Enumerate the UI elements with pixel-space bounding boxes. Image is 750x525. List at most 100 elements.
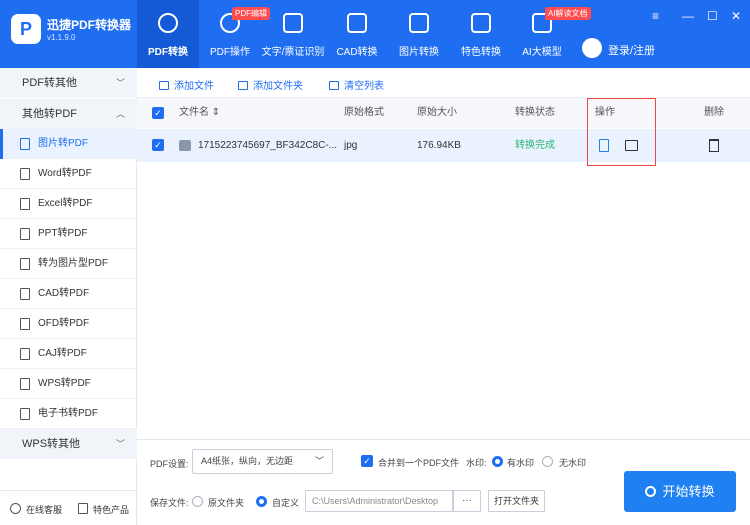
browse-button[interactable]: ···	[453, 490, 481, 512]
picture-file-icon	[20, 258, 30, 270]
col-status: 转换状态	[515, 107, 555, 118]
main-panel: 添加文件 添加文件夹 清空列表 ✓ 文件名 ⇕ 原始格式 原始大小 转换状态 操…	[137, 68, 750, 525]
cad-file-icon	[20, 288, 30, 300]
image-file-icon	[20, 138, 30, 150]
watermark-label: 水印:	[466, 458, 487, 468]
col-size: 原始大小	[417, 107, 457, 118]
row-size: 176.94KB	[417, 140, 461, 151]
avatar[interactable]	[582, 38, 602, 58]
pdf-settings-label: PDF设置:	[150, 459, 189, 469]
login-link[interactable]: 登录/注册	[608, 42, 655, 58]
sidebar-item-label: 转为图片型PDF	[38, 258, 108, 269]
ebook-file-icon	[20, 408, 30, 420]
save-custom-radio[interactable]	[256, 496, 267, 507]
app-logo: P	[11, 14, 41, 44]
toolbar: 添加文件 添加文件夹 清空列表	[137, 68, 750, 98]
save-location-label: 保存文件:	[150, 498, 189, 508]
sidebar-item-label: WPS转PDF	[38, 378, 91, 389]
trash-icon[interactable]	[709, 139, 719, 152]
save-original-radio[interactable]	[192, 496, 203, 507]
row-status: 转换完成	[515, 140, 555, 151]
close-icon[interactable]: ✕	[731, 9, 741, 23]
sidebar-item-ebook-to-pdf[interactable]: 电子书转PDF	[0, 399, 137, 429]
sidebar-item-caj-to-pdf[interactable]: CAJ转PDF	[0, 339, 137, 369]
word-file-icon	[20, 168, 30, 180]
clear-label: 清空列表	[344, 81, 384, 92]
caj-file-icon	[20, 348, 30, 360]
sidebar-section-pdf-to-other[interactable]: PDF转其他 ﹀	[0, 68, 137, 98]
add-folder-label: 添加文件夹	[253, 81, 303, 92]
sidebar-item-label: CAD转PDF	[38, 288, 90, 299]
sidebar-item-label: 图片转PDF	[38, 138, 88, 149]
section-label: WPS转其他	[22, 438, 81, 450]
add-file-button[interactable]: 添加文件	[159, 77, 214, 92]
pdf-settings-value: A4纸张，纵向，无边距	[201, 456, 294, 466]
top-bar: P 迅捷PDF转换器 v1.1.9.0 PDF转换 PDF操作 PDF编辑 文字…	[0, 0, 750, 68]
pdf-settings-select[interactable]: A4纸张，纵向，无边距 ﹀	[192, 449, 333, 474]
watermark-off-label: 无水印	[559, 458, 587, 468]
sidebar-item-label: OFD转PDF	[38, 318, 90, 329]
sidebar-item-wps-to-pdf[interactable]: WPS转PDF	[0, 369, 137, 399]
clear-icon	[329, 81, 339, 90]
watermark-off-radio[interactable]	[542, 456, 553, 467]
merge-checkbox[interactable]: ✓	[361, 455, 373, 467]
sidebar-item-image-to-pdf[interactable]: 图片转PDF	[0, 129, 137, 159]
sidebar-item-cad-to-pdf[interactable]: CAD转PDF	[0, 279, 137, 309]
col-delete: 删除	[704, 107, 724, 118]
sidebar-footer: 在线客服 特色产品	[0, 490, 137, 525]
clear-list-button[interactable]: 清空列表	[329, 77, 384, 92]
open-folder-button[interactable]: 打开文件夹	[488, 490, 545, 512]
ppt-file-icon	[20, 228, 30, 240]
support-icon	[10, 503, 21, 514]
row-format: jpg	[344, 140, 358, 151]
ofd-file-icon	[20, 318, 30, 330]
action-highlight-box	[587, 98, 656, 166]
minimize-icon[interactable]: —	[682, 9, 694, 23]
wps-file-icon	[20, 378, 30, 390]
cad-icon	[347, 13, 367, 33]
maximize-icon[interactable]: ☐	[707, 9, 718, 23]
chevron-down-icon: ﹀	[314, 456, 324, 466]
table-row[interactable]: ✓ 1715223745697_BF342C8C-... jpg 176.94K…	[137, 129, 750, 162]
merge-label: 合并到一个PDF文件	[378, 458, 460, 468]
image-icon	[409, 13, 429, 33]
save-custom-label: 自定义	[272, 498, 300, 508]
nav-ai[interactable]: AI大模型 AI解读文档	[511, 0, 591, 68]
watermark-on-radio[interactable]	[492, 456, 503, 467]
select-all-checkbox[interactable]: ✓	[152, 107, 164, 119]
save-original-label: 原文件夹	[208, 498, 245, 508]
watermark-on-label: 有水印	[507, 458, 535, 468]
add-folder-button[interactable]: 添加文件夹	[238, 77, 303, 92]
online-support-link[interactable]: 在线客服	[26, 503, 62, 516]
featured-products-link[interactable]: 特色产品	[93, 503, 129, 516]
sidebar-item-label: Word转PDF	[38, 168, 92, 179]
chevron-down-icon: ﹀	[115, 78, 125, 88]
row-filename: 1715223745697_BF342C8C-...	[198, 140, 337, 151]
col-filename[interactable]: 文件名 ⇕	[179, 98, 220, 128]
sidebar-item-image-pdf[interactable]: 转为图片型PDF	[0, 249, 137, 279]
start-convert-label: 开始转换	[662, 484, 715, 499]
col-format: 原始格式	[344, 107, 384, 118]
nav-badge-ai: AI解读文档	[545, 7, 591, 20]
row-checkbox[interactable]: ✓	[152, 139, 164, 151]
chevron-up-icon: ︿	[115, 109, 125, 119]
start-convert-button[interactable]: 开始转换	[624, 471, 736, 512]
save-path-input[interactable]: C:\Users\Administrator\Desktop	[305, 490, 453, 512]
sidebar-item-excel-to-pdf[interactable]: Excel转PDF	[0, 189, 137, 219]
menu-icon[interactable]: ≡	[652, 9, 659, 23]
refresh-icon	[645, 486, 657, 497]
add-file-icon	[159, 81, 169, 90]
chevron-down-icon: ﹀	[115, 439, 125, 449]
settings-panel: PDF设置: A4纸张，纵向，无边距 ﹀ ✓ 合并到一个PDF文件 水印: 有水…	[137, 439, 750, 525]
sidebar-item-word-to-pdf[interactable]: Word转PDF	[0, 159, 137, 189]
nav-ocr[interactable]: 文字/票证识别	[262, 0, 324, 68]
sidebar-item-ppt-to-pdf[interactable]: PPT转PDF	[0, 219, 137, 249]
sidebar-item-label: PPT转PDF	[38, 228, 88, 239]
section-label: PDF转其他	[22, 77, 77, 89]
sidebar-section-other-to-pdf[interactable]: 其他转PDF ︿	[0, 99, 137, 129]
app-name: 迅捷PDF转换器	[47, 18, 132, 32]
sidebar-item-ofd-to-pdf[interactable]: OFD转PDF	[0, 309, 137, 339]
star-icon	[471, 13, 491, 33]
sidebar-section-wps-to-other[interactable]: WPS转其他 ﹀	[0, 429, 137, 459]
section-label: 其他转PDF	[22, 108, 77, 120]
